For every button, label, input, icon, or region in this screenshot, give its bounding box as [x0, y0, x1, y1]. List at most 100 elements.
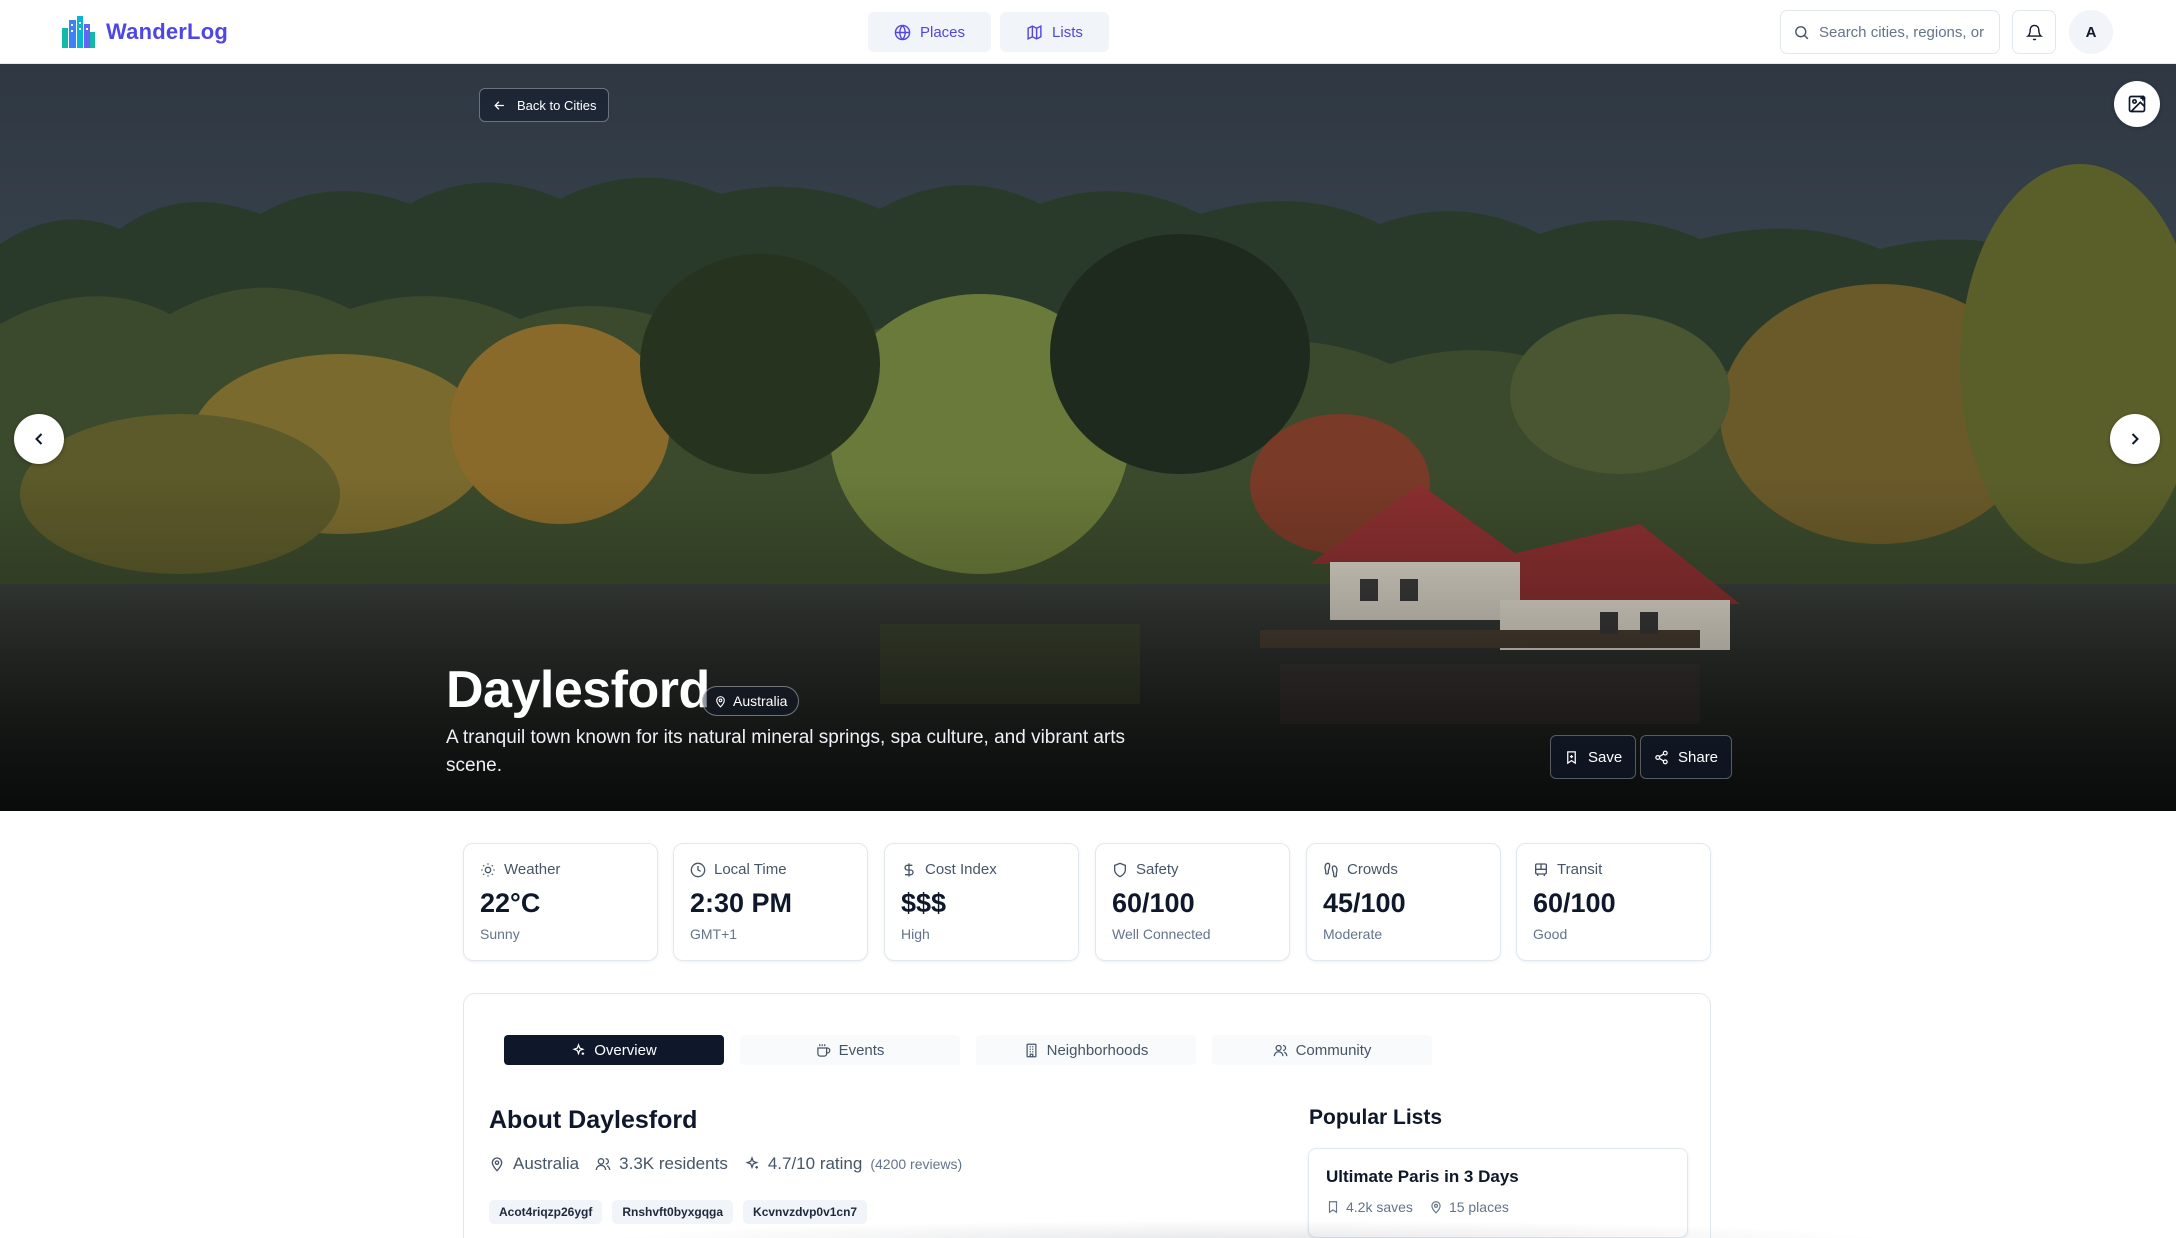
stat-subtext: Well Connected: [1112, 926, 1211, 942]
meta-rating-label: 4.7/10 rating: [767, 1154, 863, 1173]
globe-icon: [894, 24, 911, 40]
stat-card-safety: Safety 60/100 Well Connected: [1095, 843, 1290, 961]
search-box[interactable]: [1780, 10, 2000, 54]
dollar-icon: [904, 862, 914, 877]
stat-value: $$$: [901, 888, 947, 918]
stat-subtext: Good: [1533, 926, 1568, 942]
arrow-left-icon: [494, 100, 504, 110]
meta-reviews: (4200 reviews): [870, 1156, 963, 1172]
coffee-icon: [816, 1043, 830, 1057]
search-input[interactable]: [1819, 23, 1989, 41]
share-button[interactable]: Share: [1640, 735, 1733, 779]
share-icon: [1655, 750, 1668, 764]
stat-card-transit: Transit 60/100 Good: [1516, 843, 1711, 961]
meta-country-label: Australia: [513, 1154, 580, 1173]
stat-label: Local Time: [714, 861, 787, 878]
stat-value: 60/100: [1112, 888, 1195, 918]
stat-subtext: High: [901, 926, 930, 942]
tab-community[interactable]: Community: [1212, 1035, 1432, 1065]
footprints-icon: [1324, 862, 1338, 877]
tab-neighborhoods[interactable]: Neighborhoods: [976, 1035, 1196, 1065]
city-meta: Australia 3.3K residents 4.7/10 rating (…: [489, 1154, 962, 1174]
stat-card-weather: Weather 22°C Sunny: [463, 843, 658, 961]
stat-label: Cost Index: [925, 861, 997, 878]
city-tabs: Overview Events Neighborhoods Community: [504, 1035, 1432, 1065]
list-meta: 4.2k saves 15 places: [1326, 1199, 1670, 1215]
stat-card-cost-index: Cost Index $$$ High: [884, 843, 1079, 961]
change-photo-button[interactable]: [2114, 81, 2160, 127]
sun-icon: [481, 862, 495, 877]
nav-places-button[interactable]: Places: [868, 12, 992, 52]
stat-subtext: GMT+1: [690, 926, 738, 942]
meta-residents-label: 3.3K residents: [619, 1154, 728, 1173]
stat-card-crowds: Crowds 45/100 Moderate: [1306, 843, 1501, 961]
scroll-shadow: [600, 1220, 1900, 1238]
city-description: A tranquil town known for its natural mi…: [446, 727, 1126, 776]
tab-events-label: Events: [838, 1041, 885, 1059]
nav-lists-button[interactable]: Lists: [1000, 12, 1109, 52]
chevron-left-icon: [35, 433, 43, 445]
building-icon: [1026, 1043, 1037, 1057]
brand-logo-link[interactable]: WanderLog: [60, 14, 228, 50]
stat-label: Safety: [1136, 861, 1179, 878]
share-label: Share: [1678, 748, 1719, 766]
country-badge-label: Australia: [733, 693, 788, 709]
save-label: Save: [1588, 748, 1623, 766]
bookmark-icon: [1567, 750, 1576, 764]
brand-name: WanderLog: [106, 19, 228, 44]
list-places: 15 places: [1429, 1199, 1509, 1215]
stat-value: 2:30 PM: [690, 888, 793, 918]
stat-subtext: Sunny: [480, 926, 520, 942]
back-to-cities-label: Back to Cities: [517, 97, 597, 113]
hero-landscape-image: [0, 64, 2176, 811]
search-icon: [1795, 25, 1809, 39]
tab-community-label: Community: [1295, 1041, 1372, 1059]
save-button[interactable]: Save: [1550, 735, 1637, 779]
bell-icon: [2025, 24, 2043, 40]
nav-places-label: Places: [920, 23, 966, 41]
stat-value: 22°C: [480, 888, 541, 918]
city-title: Daylesford: [446, 661, 710, 719]
notifications-button[interactable]: [2012, 10, 2056, 54]
hero-banner: Back to Cities Daylesford Australia A tr…: [0, 64, 2176, 811]
map-icon: [1027, 24, 1042, 40]
stat-value: 60/100: [1533, 888, 1616, 918]
image-plus-icon: [2128, 95, 2146, 113]
stat-label: Transit: [1557, 861, 1603, 878]
users-icon: [1273, 1044, 1287, 1056]
tab-overview-label: Overview: [594, 1041, 657, 1059]
city-logo-icon: [62, 16, 95, 48]
nav-lists-label: Lists: [1052, 23, 1083, 41]
sparkles-icon: [745, 1156, 759, 1170]
chevron-right-icon: [2131, 433, 2139, 445]
list-title: Ultimate Paris in 3 Days: [1326, 1167, 1519, 1186]
tab-events[interactable]: Events: [740, 1035, 960, 1065]
next-image-button[interactable]: [2110, 414, 2160, 464]
bus-icon: [1535, 862, 1547, 876]
map-pin-icon: [491, 1157, 503, 1172]
map-pin-icon: [1431, 1201, 1441, 1214]
city-details-card: Overview Events Neighborhoods Community …: [463, 993, 1711, 1238]
meta-rating: 4.7/10 rating: [744, 1154, 863, 1174]
main-nav: Places Lists: [868, 12, 1109, 52]
user-avatar[interactable]: A: [2069, 10, 2113, 54]
stat-label: Crowds: [1347, 861, 1398, 878]
stat-card-local-time: Local Time 2:30 PM GMT+1: [673, 843, 868, 961]
popular-lists-title: Popular Lists: [1309, 1106, 1443, 1129]
list-places-label: 15 places: [1448, 1199, 1509, 1215]
meta-residents: 3.3K residents: [595, 1154, 728, 1174]
previous-image-button[interactable]: [14, 414, 64, 464]
list-saves: 4.2k saves: [1326, 1199, 1413, 1215]
back-to-cities-button[interactable]: Back to Cities: [479, 88, 610, 122]
top-nav-bar: WanderLog Places Lists A: [0, 0, 2176, 64]
shield-icon: [1114, 862, 1126, 877]
tag-chip[interactable]: Acot4riqzp26ygf: [489, 1200, 603, 1224]
sparkles-icon: [572, 1042, 585, 1055]
map-pin-icon: [716, 695, 725, 708]
tab-overview[interactable]: Overview: [504, 1035, 724, 1065]
stat-subtext: Moderate: [1323, 926, 1383, 942]
country-badge: Australia: [702, 686, 800, 716]
clock-icon: [690, 862, 706, 877]
bookmark-icon: [1328, 1201, 1338, 1214]
about-title: About Daylesford: [489, 1106, 698, 1134]
